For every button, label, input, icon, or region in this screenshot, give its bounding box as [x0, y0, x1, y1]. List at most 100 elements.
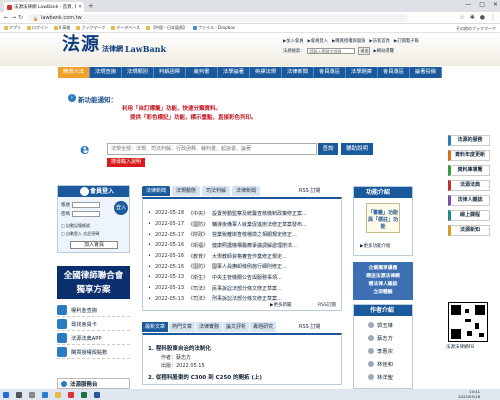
nav-item[interactable]: 會員專區: [378, 67, 410, 78]
left-link-app[interactable]: 法源法典APP: [57, 332, 130, 345]
lawyers-banner[interactable]: 全國律師聯合會 獨享方案: [57, 266, 130, 299]
right-link[interactable]: 線上課程: [448, 210, 490, 221]
browser-tab[interactable]: 法源法律網 LawBank - 首頁, 即時... ✕: [4, 2, 84, 12]
main-search-input[interactable]: 法規全部：法規、司法判解、行政函釋、裁判書、起訴書、論著: [107, 143, 317, 155]
rss-link[interactable]: RSS 訂閱: [299, 323, 320, 330]
back-icon[interactable]: ←: [4, 14, 9, 21]
password-input[interactable]: [72, 211, 100, 217]
author-item[interactable]: 郭玉琳: [368, 321, 393, 329]
article-tab[interactable]: 法律實務: [196, 322, 223, 332]
right-link[interactable]: 法源法典: [448, 180, 490, 191]
nav-item[interactable]: 法學論著: [218, 67, 250, 78]
windows-start-icon[interactable]: [3, 391, 9, 398]
forward-icon[interactable]: →: [11, 14, 16, 21]
news-tab[interactable]: 司法判解: [202, 186, 231, 196]
news-row[interactable]: • 2022-05-16 《教育》 大學教師資格審查作業修正規定...: [143, 251, 341, 262]
article-title[interactable]: 2. 從程科股東的 C300 到 C250 的開拓 (上): [148, 373, 262, 381]
profile-icon[interactable]: ●: [480, 14, 485, 21]
other-bookmarks[interactable]: その他のブックマーク: [456, 26, 496, 32]
article-tab[interactable]: 熱門文章: [169, 322, 196, 332]
bookmark-item[interactable]: ブックマーク: [76, 25, 105, 31]
extensions-icon[interactable]: ✱: [470, 14, 475, 21]
news-row[interactable]: • 2022-05-13 《司法》 民事訴訟法部分條文修正草案...: [143, 283, 341, 294]
purchase-link[interactable]: ▶購買授權與儲值: [332, 38, 365, 44]
nav-item[interactable]: 法規類別: [122, 67, 154, 78]
news-tab[interactable]: 法律新聞: [232, 186, 261, 196]
search-intro-button[interactable]: 搜尋輸入說明: [107, 158, 145, 167]
nav-item[interactable]: 法學題庫: [346, 67, 378, 78]
menu-icon[interactable]: ⋮: [490, 14, 496, 21]
nav-item[interactable]: 論著投稿: [410, 67, 442, 78]
autologin-checkbox[interactable]: □ 自動登入 忘記密碼: [61, 231, 99, 237]
chrome-icon[interactable]: [68, 391, 74, 398]
more-features-link[interactable]: ▶更多功能介紹: [360, 243, 390, 249]
nav-item[interactable]: 英譯法規: [250, 67, 282, 78]
news-row[interactable]: • 2022-05-17 《財政》 營業稅離岸查核稽徵之相關規定修正...: [143, 229, 341, 240]
right-link[interactable]: 法律人雜誌: [448, 195, 490, 206]
left-link-purchase[interactable]: 購買授權與點數: [57, 346, 130, 359]
news-tab[interactable]: 法規動態: [172, 186, 201, 196]
remember-checkbox[interactable]: □ 自動記憶帳號: [61, 223, 90, 229]
minimize-button[interactable]: —: [465, 1, 471, 8]
bookmark-item[interactable]: データベース: [111, 25, 140, 31]
close-tab-icon[interactable]: ✕: [78, 4, 82, 10]
system-tray-clock[interactable]: 14:41 2022/05/18: [458, 389, 480, 400]
right-link[interactable]: 法源的服務: [448, 135, 490, 146]
news-row[interactable]: • 2022-05-16 《衛福》 健康照護機構醫療爭議調解處理辦法...: [143, 240, 341, 251]
article-tab[interactable]: 專題研究: [250, 322, 277, 332]
nav-item[interactable]: 會員專區: [314, 67, 346, 78]
service-desk[interactable]: 法源服務台: [57, 378, 130, 389]
feature-image[interactable]: 「書籤」功能 與「標註」功能: [366, 203, 400, 233]
header-search-button[interactable]: 送出: [358, 47, 371, 55]
nav-item[interactable]: 法律新聞: [282, 67, 314, 78]
login-button[interactable]: 登入: [114, 201, 128, 215]
news-row[interactable]: • 2022-05-13 《司法》 刑事訴訟法部分條文修正草案...: [143, 294, 341, 305]
bookmark-item[interactable]: Ⅱ 高雄: [54, 25, 70, 31]
main-search-button[interactable]: 查詢: [318, 143, 338, 155]
right-link[interactable]: 資料庫導覽: [448, 165, 490, 176]
guest-home-link[interactable]: ▶訪客首頁: [369, 38, 390, 44]
join-member-button[interactable]: 加入會員: [70, 241, 118, 249]
bookmark-item[interactable]: ログイン: [27, 25, 48, 31]
author-item[interactable]: 蔡志方: [368, 334, 393, 342]
close-window-button[interactable]: ✕: [493, 1, 498, 8]
news-row[interactable]: • 2022-05-13 《衛生》 中央主管機關公告與服務事項...: [143, 272, 341, 283]
new-tab-button[interactable]: +: [88, 2, 94, 10]
article-tab[interactable]: 論文評析: [223, 322, 250, 332]
member-login-link[interactable]: ▶會員登入: [308, 38, 329, 44]
article-tab[interactable]: 最新文章: [142, 322, 169, 332]
nav-item[interactable]: 法規查詢: [90, 67, 122, 78]
newsletter-link[interactable]: ▶訂閱電子報: [394, 38, 419, 44]
bookmark-item[interactable]: ファイル - Dropbox: [193, 25, 235, 31]
news-row[interactable]: • 2022-05-18 《中央》 設置勞動監察及統籌查核機制政策修正案...: [143, 208, 341, 219]
bookmark-item[interactable]: アプリ: [4, 25, 21, 31]
more-news-link[interactable]: ▶更多新聞: [270, 302, 291, 308]
word-icon[interactable]: [94, 391, 100, 398]
right-link[interactable]: 法源新知: [448, 225, 490, 236]
nav-item[interactable]: 裁判書: [186, 67, 218, 78]
account-input[interactable]: [72, 202, 100, 208]
rss-link[interactable]: RSS 訂閱: [299, 187, 320, 194]
maximize-button[interactable]: □: [479, 1, 485, 8]
sitemap-link[interactable]: ▶網站導覽: [373, 48, 394, 54]
right-link[interactable]: 資料年度更新: [448, 150, 490, 161]
reload-icon[interactable]: ↻: [18, 14, 23, 21]
search-help-button[interactable]: 輔助說明: [341, 143, 373, 155]
author-item[interactable]: 林洋聖: [368, 373, 393, 381]
promo-banner[interactable]: 企業獨享優惠 贈送法源法律網 贈法律人雜誌 立即體驗: [353, 262, 413, 300]
notice-line-1[interactable]: 利用「自訂標籤」功能，快速分類資料。: [122, 104, 221, 112]
news-row[interactable]: • 2022-05-17 《國防》 輔導後備軍人就業促進辦法修正草案發布...: [143, 219, 341, 230]
star-icon[interactable]: ☆: [459, 14, 464, 21]
nav-item[interactable]: 精選六法: [58, 67, 90, 78]
bookmark-item[interactable]: 【中国・日本語頁】: [146, 25, 187, 31]
site-logo[interactable]: 法源 法律網 LawBank: [62, 36, 166, 55]
search-icon[interactable]: [16, 391, 22, 398]
join-member-link[interactable]: ▶加入會員: [283, 38, 304, 44]
task-view-icon[interactable]: [29, 391, 35, 398]
news-tab[interactable]: 法律新聞: [142, 186, 171, 196]
rss-link[interactable]: RSS訂閱: [318, 302, 336, 308]
article-title[interactable]: 1. 程科股東自治的法制化: [148, 344, 211, 352]
notice-line-2[interactable]: 提供「彩色標記」功能，標示重點，直接彩色列印。: [130, 113, 257, 121]
url-field[interactable]: 🔒 lawbank.com.tw: [28, 14, 408, 22]
left-link-royalty[interactable]: 權利金查詢: [57, 304, 130, 317]
